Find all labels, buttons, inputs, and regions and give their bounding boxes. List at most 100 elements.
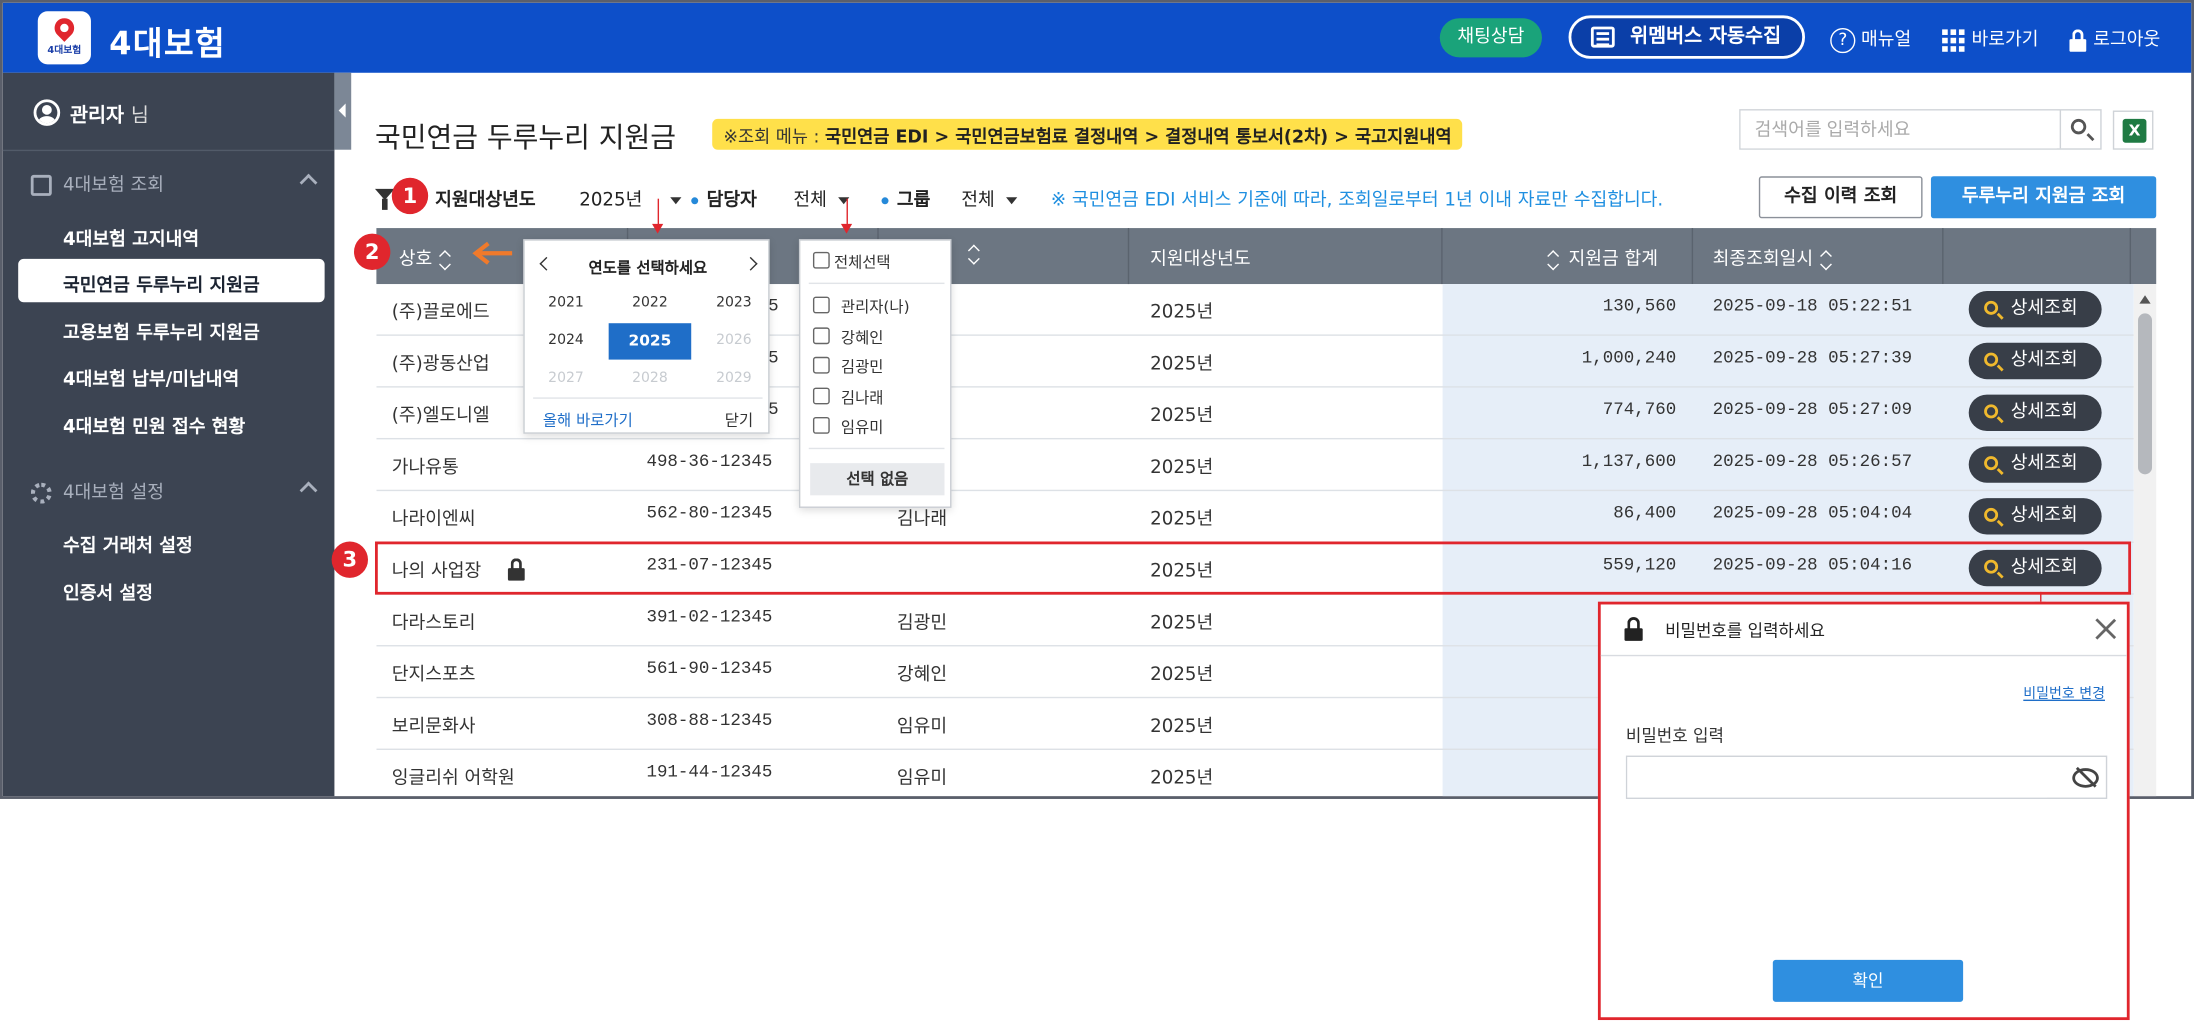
logout-link[interactable]: 로그아웃 [2069,24,2160,52]
step-badge-2: 2 [354,233,391,271]
confirm-button[interactable]: 확인 [1772,959,1964,1002]
sidebar-section-inquiry[interactable]: 4대보험 조회 [30,169,164,196]
select-all-checkbox[interactable] [812,251,830,269]
cell-business-number: 191-44-12345 [646,762,773,783]
cell-last-query: 2025-09-18 05:22:51 [1712,296,1913,317]
detail-view-label: 상세조회 [2010,298,2078,320]
lock-icon [2069,28,2087,52]
sort-icon [1821,251,1832,268]
manager-filter-value: 전체 [793,190,827,212]
detail-view-button[interactable]: 상세조회 [1968,498,2102,535]
year-picker-popup: 연도를 선택하세요 올해 바로가기 닫기 2021 2022 2023 2024 202… [523,239,770,434]
scrollbar-thumb[interactable] [2138,313,2153,475]
column-header-amount[interactable]: 지원금 합계 [1541,243,1658,270]
change-password-link[interactable]: 비밀번호 변경 [2023,681,2105,702]
breadcrumb: ※조회 메뉴 : 국민연금 EDI > 국민연금보험료 결정내역 > 결정내역 … [712,118,1463,150]
manager-option-checkbox[interactable] [812,326,830,344]
year-option[interactable]: 2021 [525,285,608,321]
chat-consult-button[interactable]: 채팅상담 [1439,18,1542,58]
eye-off-icon[interactable] [2072,767,2099,788]
manager-option-checkbox[interactable] [812,356,830,374]
user-name: 관리자 님 [69,104,149,128]
column-header-last-query[interactable]: 최종조회일시 [1713,243,1841,270]
column-divider [1942,228,1944,285]
calendar-icon [1590,26,1615,48]
sidebar-item-cert-settings[interactable]: 인증서 설정 [63,578,153,604]
column-header-year[interactable]: 지원대상년도 [1150,243,1250,270]
select-all-label: 전체선택 [833,253,891,272]
table-scrollbar[interactable] [2133,284,2157,797]
sidebar-item-payment[interactable]: 4대보험 납부/미납내역 [63,364,239,390]
table-row[interactable]: 가나유통 498-36-12345 2025년 1,137,600 2025-09-28… [376,439,2134,492]
detail-view-button[interactable]: 상세조회 [1968,446,2102,483]
group-filter-select[interactable]: 전체 [961,185,1018,212]
this-year-link[interactable]: 올해 바로가기 [543,409,633,431]
chevron-up-icon[interactable] [299,481,318,500]
year-option: 2028 [632,370,668,387]
cell-year: 2025년 [1150,302,1214,324]
cell-amount: 1,000,240 [1581,348,1677,368]
column-header-manager-sort[interactable] [961,243,989,264]
sidebar-item-employment-subsidy[interactable]: 고용보험 두루누리 지원금 [63,318,260,344]
highlighted-row-frame [374,541,2132,595]
shortcut-label: 바로가기 [1971,29,2039,51]
caret-down-icon [1005,197,1018,205]
column-divider [1441,228,1443,285]
year-option[interactable]: 2023 [693,285,776,321]
sidebar-item-pension-subsidy[interactable]: 국민연금 두루누리 지원금 [63,270,260,297]
cell-company: (주)광동산업 [391,354,490,375]
search-icon [1984,456,1999,471]
sidebar-collapse-button[interactable] [334,72,352,150]
year-picker-close[interactable]: 닫기 [725,409,753,431]
sidebar-item-complaint[interactable]: 4대보험 민원 접수 현황 [63,411,245,438]
group-filter-value: 전체 [961,190,995,212]
shortcut-link[interactable]: 바로가기 [1942,24,2039,52]
manual-link[interactable]: ? 매뉴얼 [1830,24,1911,53]
scroll-up-arrow-icon[interactable] [2139,295,2151,304]
column-header-company[interactable]: 상호 [399,243,460,270]
year-option[interactable]: 2024 [525,323,608,359]
year-picker-title: 연도를 선택하세요 [588,258,708,278]
year-filter-select[interactable]: 2025년 [579,185,682,211]
password-input[interactable] [1627,756,2048,798]
cell-company: (주)끌로에드 [391,302,490,324]
cell-business-number: 562-80-12345 [646,503,773,524]
divider [808,282,945,285]
search-input[interactable] [1740,110,2057,149]
manager-option-checkbox[interactable] [812,386,830,404]
manager-filter-label: 담당자 [691,185,757,211]
manager-option-checkbox[interactable] [812,416,830,434]
step-badge-1: 1 [391,177,429,215]
close-icon[interactable] [2093,616,2118,641]
year-option[interactable]: 2022 [609,285,692,321]
table-row[interactable]: 나라이엔씨 562-80-12345 김나래 2025년 86,400 2025-09-2… [376,491,2134,543]
excel-download-button[interactable]: X [2112,110,2154,150]
detail-view-button[interactable]: 상세조회 [1968,291,2102,328]
cell-last-query: 2025-09-28 05:26:57 [1712,451,1913,472]
password-modal: 비밀번호를 입력하세요 비밀번호 변경 비밀번호 입력 확인 [1597,601,2130,1021]
sidebar-divider [2,149,335,152]
subsidy-query-button[interactable]: 두루누리 지원금 조회 [1930,176,2157,219]
cell-company: 보리문화사 [391,716,476,738]
sidebar-item-client-settings[interactable]: 수집 거래처 설정 [63,530,193,557]
cell-last-query: 2025-09-28 05:27:39 [1712,348,1913,368]
select-none-button[interactable]: 선택 없음 [810,463,945,496]
detail-view-button[interactable]: 상세조회 [1968,342,2102,380]
wemembers-auto-collect-button[interactable]: 위멤버스 자동수집 [1568,15,1806,59]
app-logo[interactable]: 4대보험 [37,11,91,65]
orange-arrow-icon [472,241,513,265]
manager-option-checkbox[interactable] [812,296,830,314]
sidebar-section-settings[interactable]: 4대보험 설정 [30,477,164,504]
sidebar-item-notice[interactable]: 4대보험 고지내역 [63,224,199,250]
lock-icon [1624,617,1643,641]
detail-view-button[interactable]: 상세조회 [1968,394,2102,431]
collection-history-button[interactable]: 수집 이력 조회 [1758,176,1923,219]
cell-year: 2025년 [1150,354,1214,375]
cell-company: 다라스토리 [391,612,476,634]
chevron-up-icon[interactable] [299,173,318,192]
cell-year: 2025년 [1150,457,1214,479]
search-button[interactable] [2059,110,2101,149]
year-option[interactable]: 2025 [608,323,692,360]
cell-company: 잉글리쉬 어학원 [391,768,515,790]
manager-filter-select[interactable]: 전체 [793,185,850,212]
